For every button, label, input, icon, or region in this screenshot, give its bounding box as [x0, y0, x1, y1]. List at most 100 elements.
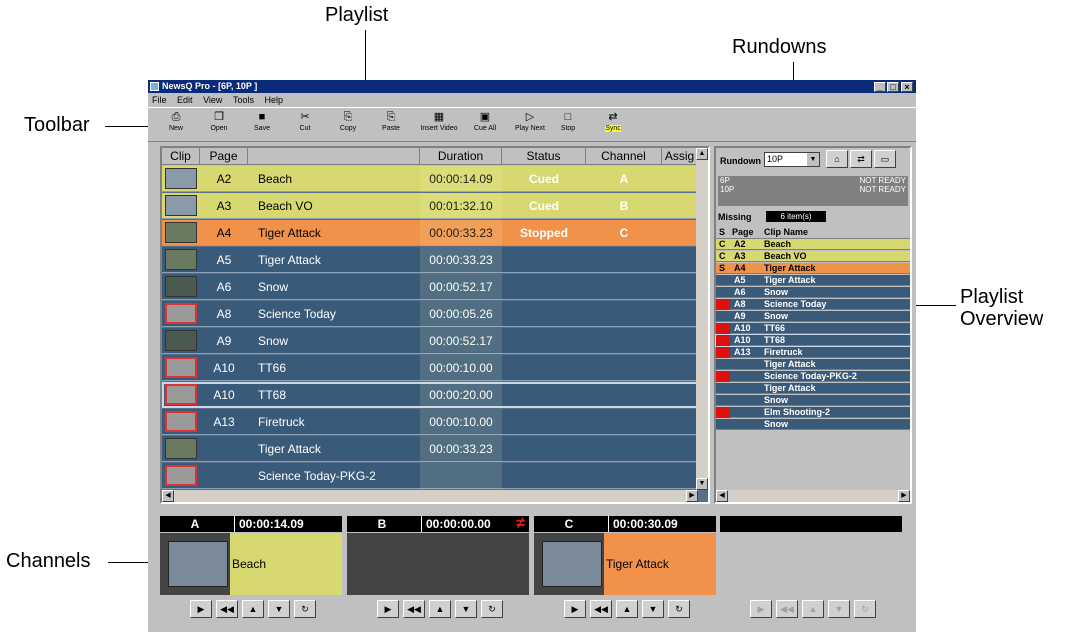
list-item[interactable]: A10 TT66	[716, 323, 910, 334]
col-duration[interactable]: Duration	[420, 148, 502, 165]
open-rundown-icon[interactable]: ⌂	[826, 150, 848, 168]
cell-clip-name: Tiger Attack	[764, 263, 816, 273]
cue-up-button[interactable]: ▲	[616, 600, 638, 618]
chevron-down-icon[interactable]: ▼	[807, 153, 819, 166]
rewind-button[interactable]: ◀◀	[216, 600, 238, 618]
list-item[interactable]: S A4 Tiger Attack	[716, 263, 910, 274]
scroll-left-arrow[interactable]: ◀	[716, 490, 728, 502]
missing-label: Missing	[718, 212, 752, 222]
table-row[interactable]: A4 Tiger Attack 00:00:33.23 Stopped C	[162, 220, 698, 246]
list-item[interactable]: C A2 Beach	[716, 239, 910, 250]
list-item[interactable]: Elm Shooting-2	[716, 407, 910, 418]
rewind-button[interactable]: ◀◀	[590, 600, 612, 618]
scroll-up-arrow[interactable]: ▲	[696, 148, 708, 160]
toolbar-stop-button[interactable]: □ Stop	[548, 111, 588, 132]
toolbar: ⎙ New ❐ Open ■ Save ✂ Cut ⎘ Copy ⎘ Paste ▦ Insert Vid…	[148, 107, 916, 142]
list-item[interactable]: Snow	[716, 395, 910, 406]
cell-clip-name: Snow	[764, 311, 788, 321]
toolbar-new-button[interactable]: ⎙ New	[156, 111, 196, 132]
toolbar-cue-all-button[interactable]: ▣ Cue All	[465, 111, 505, 132]
cue-up-button[interactable]: ▲	[242, 600, 264, 618]
list-item[interactable]: A6 Snow	[716, 287, 910, 298]
menu-edit[interactable]: Edit	[177, 95, 193, 105]
col-page[interactable]: Page	[200, 148, 248, 165]
cue-down-button[interactable]: ▼	[455, 600, 477, 618]
col-channel[interactable]: Channel	[586, 148, 662, 165]
col-clip-name[interactable]: Clip Name	[764, 226, 808, 238]
scroll-right-arrow[interactable]: ▶	[898, 490, 910, 502]
list-item[interactable]: Science Today-PKG-2	[716, 371, 910, 382]
cue-down-button[interactable]: ▼	[268, 600, 290, 618]
loop-button[interactable]: ↻	[668, 600, 690, 618]
table-row[interactable]: A5 Tiger Attack 00:00:33.23	[162, 247, 698, 273]
cell-page: A9	[216, 334, 232, 348]
minimize-button[interactable]: _	[874, 82, 886, 92]
scroll-right-arrow[interactable]: ▶	[686, 490, 698, 502]
loop-button[interactable]: ↻	[294, 600, 316, 618]
toolbar-save-button[interactable]: ■ Save	[242, 111, 282, 132]
col-name[interactable]	[248, 148, 420, 165]
col-assigned[interactable]: Assig	[662, 148, 698, 165]
cue-down-button[interactable]: ▼	[642, 600, 664, 618]
menu-tools[interactable]: Tools	[233, 95, 254, 105]
rundown-panel: Rundown 10P ▼ ⌂ ⇄ ▭ 6P NOT READY 10P NOT RE…	[714, 146, 912, 504]
table-row[interactable]: A6 Snow 00:00:52.17	[162, 274, 698, 300]
table-row[interactable]: A9 Snow 00:00:52.17	[162, 328, 698, 354]
table-row[interactable]: A3 Beach VO 00:01:32.10 Cued B	[162, 193, 698, 219]
toolbar-paste-button[interactable]: ⎘ Paste	[371, 111, 411, 132]
table-row[interactable]: A10 TT68 00:00:20.00	[162, 382, 698, 408]
table-row[interactable]: A10 TT66 00:00:10.00	[162, 355, 698, 381]
toolbar-sync-button[interactable]: ⇄ Sync	[593, 111, 633, 132]
table-row[interactable]: A8 Science Today 00:00:05.26	[162, 301, 698, 327]
rewind-button[interactable]: ◀◀	[403, 600, 425, 618]
playlist-vscroll[interactable]: ▲ ▼	[696, 148, 708, 490]
channel-panel: A 00:00:14.09 Beach ▶ ◀◀ ▲ ▼ ↻	[160, 516, 342, 624]
play-button[interactable]: ▶	[190, 600, 212, 618]
table-row[interactable]: Science Today-PKG-2	[162, 463, 698, 489]
play-button[interactable]: ▶	[377, 600, 399, 618]
rundown-status: NOT READY	[859, 185, 906, 194]
list-item[interactable]: A9 Snow	[716, 311, 910, 322]
toolbar-open-button[interactable]: ❐ Open	[199, 111, 239, 132]
rundown-list-item[interactable]: 6P NOT READY	[718, 176, 908, 185]
callout-toolbar: Toolbar	[24, 114, 90, 136]
folder-icon[interactable]: ▭	[874, 150, 896, 168]
list-item[interactable]: A8 Science Today	[716, 299, 910, 310]
playlist-hscroll[interactable]: ◀ ▶	[162, 490, 698, 502]
cell-clip-name: Beach VO	[764, 251, 807, 261]
close-button[interactable]: ×	[901, 82, 913, 92]
list-item[interactable]: Snow	[716, 419, 910, 430]
list-item[interactable]: A5 Tiger Attack	[716, 275, 910, 286]
play-button[interactable]: ▶	[564, 600, 586, 618]
menu-file[interactable]: File	[152, 95, 167, 105]
scroll-left-arrow[interactable]: ◀	[162, 490, 174, 502]
col-page-ov[interactable]: Page	[732, 226, 754, 238]
col-clip[interactable]: Clip	[162, 148, 200, 165]
toolbar-cut-button[interactable]: ✂ Cut	[285, 111, 325, 132]
toolbar-play-next-button[interactable]: ▷ Play Next	[510, 111, 550, 132]
rundown-list-item[interactable]: 10P NOT READY	[718, 185, 908, 194]
cell-status	[502, 274, 586, 300]
list-item[interactable]: Tiger Attack	[716, 383, 910, 394]
rundown-select[interactable]: 10P ▼	[764, 152, 820, 167]
toolbar-copy-button[interactable]: ⎘ Copy	[328, 111, 368, 132]
menu-view[interactable]: View	[203, 95, 222, 105]
table-row[interactable]: A2 Beach 00:00:14.09 Cued A	[162, 166, 698, 192]
loop-button[interactable]: ↻	[481, 600, 503, 618]
list-item[interactable]: C A3 Beach VO	[716, 251, 910, 262]
list-item[interactable]: A13 Firetruck	[716, 347, 910, 358]
cue-up-button[interactable]: ▲	[429, 600, 451, 618]
table-row[interactable]: A13 Firetruck 00:00:10.00	[162, 409, 698, 435]
sync-rundown-icon[interactable]: ⇄	[850, 150, 872, 168]
menu-help[interactable]: Help	[264, 95, 283, 105]
list-item[interactable]: Tiger Attack	[716, 359, 910, 370]
col-status[interactable]: Status	[502, 148, 586, 165]
overview-hscroll[interactable]: ◀ ▶	[716, 490, 910, 502]
table-row[interactable]: Tiger Attack 00:00:33.23	[162, 436, 698, 462]
toolbar-button-label: Cut	[299, 125, 311, 132]
toolbar-insert-video-button[interactable]: ▦ Insert Video	[419, 111, 459, 132]
scroll-down-arrow[interactable]: ▼	[696, 478, 708, 490]
col-s[interactable]: S	[719, 226, 725, 238]
list-item[interactable]: A10 TT68	[715, 334, 911, 347]
maximize-button[interactable]: □	[887, 82, 899, 92]
